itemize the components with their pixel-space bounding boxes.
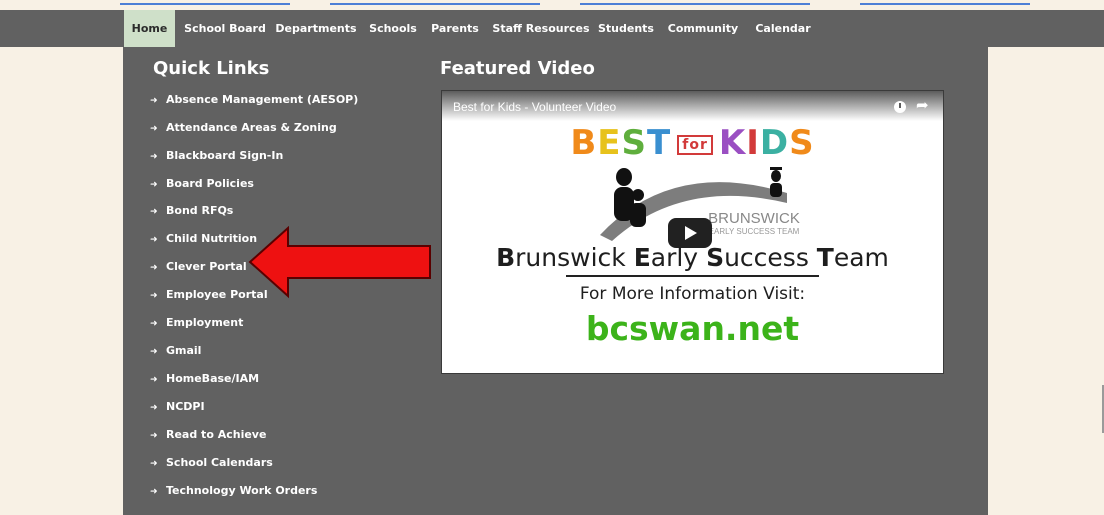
quick-link-label: Technology Work Orders	[166, 484, 318, 497]
quick-link-blackboard-sign-in[interactable]: ➜ Blackboard Sign-In	[150, 147, 283, 165]
svg-text:BRUNSWICK: BRUNSWICK	[708, 210, 800, 227]
quick-link-label: Attendance Areas & Zoning	[166, 121, 337, 134]
arrow-icon: ➜	[150, 459, 158, 469]
arrow-icon: ➜	[150, 263, 158, 273]
arrow-icon: ➜	[150, 487, 158, 497]
top-link-underline	[580, 3, 810, 5]
quick-link-label: Gmail	[166, 344, 202, 357]
arrow-icon: ➜	[150, 403, 158, 413]
quick-link-label: HomeBase/IAM	[166, 372, 260, 385]
quick-link-employment[interactable]: ➜ Employment	[150, 314, 243, 332]
quick-link-homebase-iam[interactable]: ➜ HomeBase/IAM	[150, 370, 259, 388]
best-for-kids-logo: BEST for KIDS	[570, 123, 815, 163]
nav-home[interactable]: Home	[124, 10, 175, 47]
quick-link-clever-portal[interactable]: ➜ Clever Portal	[150, 258, 247, 276]
nav-parents[interactable]: Parents	[429, 10, 481, 47]
arrow-icon: ➜	[150, 235, 158, 245]
quick-link-label: Child Nutrition	[166, 232, 258, 245]
clock-icon[interactable]	[894, 101, 906, 113]
featured-video-heading: Featured Video	[440, 58, 595, 79]
nav-calendar[interactable]: Calendar	[748, 10, 818, 47]
arrow-icon: ➜	[150, 291, 158, 301]
quick-link-label: Read to Achieve	[166, 428, 267, 441]
quick-link-label: Board Policies	[166, 177, 254, 190]
main-nav: Home School Board Departments Schools Pa…	[0, 10, 1104, 47]
info-text: For More Information Visit:	[579, 284, 806, 304]
nav-staff-resources[interactable]: Staff Resources	[492, 10, 590, 47]
quick-links-heading: Quick Links	[153, 58, 270, 79]
svg-text:EARLY SUCCESS TEAM: EARLY SUCCESS TEAM	[709, 227, 800, 236]
quick-link-label: Bond RFQs	[166, 204, 234, 217]
quick-link-label: Absence Management (AESOP)	[166, 93, 359, 106]
quick-link-bond-rfqs[interactable]: ➜ Bond RFQs	[150, 202, 233, 220]
quick-link-board-policies[interactable]: ➜ Board Policies	[150, 175, 254, 193]
quick-link-technology-work-orders[interactable]: ➜ Technology Work Orders	[150, 482, 317, 500]
top-link-underline	[860, 3, 1030, 5]
team-name-text: Brunswick Early Success Team	[496, 243, 889, 272]
quick-link-ncdpi[interactable]: ➜ NCDPI	[150, 398, 205, 416]
featured-video-player[interactable]: BEST for KIDS BRUNSWICK EARLY SUCCESS TEAM…	[441, 90, 944, 374]
red-annotation-arrow-icon	[248, 226, 431, 299]
quick-link-label: Blackboard Sign-In	[166, 149, 284, 162]
arrow-icon: ➜	[150, 124, 158, 134]
arrow-icon: ➜	[150, 180, 158, 190]
nav-schools[interactable]: Schools	[365, 10, 421, 47]
arrow-icon: ➜	[150, 347, 158, 357]
nav-community[interactable]: Community	[664, 10, 742, 47]
quick-link-read-to-achieve[interactable]: ➜ Read to Achieve	[150, 426, 266, 444]
nav-school-board[interactable]: School Board	[182, 10, 268, 47]
arrow-icon: ➜	[150, 319, 158, 329]
nav-departments[interactable]: Departments	[275, 10, 357, 47]
arrow-icon: ➜	[150, 431, 158, 441]
quick-link-absence-management[interactable]: ➜ Absence Management (AESOP)	[150, 91, 358, 109]
quick-link-attendance-areas[interactable]: ➜ Attendance Areas & Zoning	[150, 119, 337, 137]
quick-link-label: Clever Portal	[166, 260, 247, 273]
quick-link-gmail[interactable]: ➜ Gmail	[150, 342, 201, 360]
top-strip	[0, 0, 1104, 10]
top-link-underline	[120, 3, 290, 5]
quick-link-label: NCDPI	[166, 400, 205, 413]
quick-link-child-nutrition[interactable]: ➜ Child Nutrition	[150, 230, 257, 248]
site-url-text: bcswan.net	[585, 309, 800, 348]
arrow-icon: ➜	[150, 152, 158, 162]
arrow-icon: ➜	[150, 207, 158, 217]
top-link-underline	[330, 3, 540, 5]
arrow-icon: ➜	[150, 96, 158, 106]
share-icon[interactable]: ➦	[916, 96, 929, 114]
arrow-icon: ➜	[150, 375, 158, 385]
quick-link-school-calendars[interactable]: ➜ School Calendars	[150, 454, 273, 472]
divider	[566, 275, 819, 277]
quick-link-label: School Calendars	[166, 456, 273, 469]
quick-link-label: Employment	[166, 316, 244, 329]
nav-students[interactable]: Students	[596, 10, 656, 47]
video-title[interactable]: Best for Kids - Volunteer Video	[453, 100, 616, 114]
